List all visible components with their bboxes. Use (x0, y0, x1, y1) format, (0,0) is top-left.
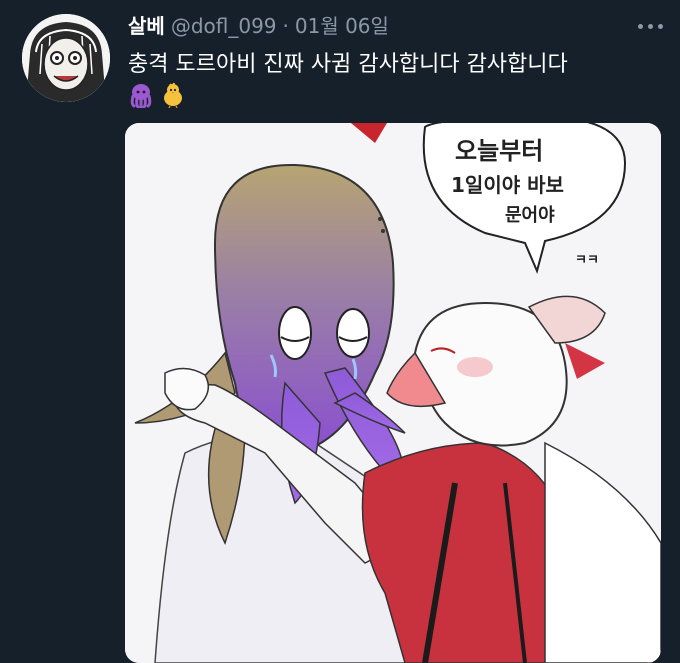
avatar[interactable] (22, 14, 110, 102)
tweet-date[interactable]: 01월 06일 (295, 10, 389, 39)
chick-emoji-icon (164, 82, 182, 108)
speech-laugh: ㅋㅋ (575, 253, 599, 268)
more-options-icon[interactable] (636, 14, 664, 38)
emoji-row (128, 82, 186, 108)
separator-dot: · (282, 14, 289, 38)
speech-line-1: 오늘부터 (455, 137, 544, 165)
user-handle[interactable]: @dofl_099 (171, 14, 277, 38)
tweet-text: 충격 도르아비 진짜 사귐 감사합니다 감사합니다 (128, 52, 568, 77)
dot (637, 23, 643, 29)
dot (657, 23, 663, 29)
tweet-header: 살베 @dofl_099 · 01월 06일 (128, 10, 389, 39)
speech-line-2: 1일이야 바보 (451, 173, 564, 197)
speech-line-3: 문어야 (505, 205, 555, 226)
display-name[interactable]: 살베 (128, 10, 165, 39)
illustration (125, 123, 661, 663)
tweet-media-image[interactable]: 오늘부터 1일이야 바보 문어야 ㅋㅋ (125, 123, 661, 663)
avatar-portrait (22, 14, 110, 102)
dot (647, 23, 653, 29)
octopus-emoji-icon (130, 84, 152, 108)
